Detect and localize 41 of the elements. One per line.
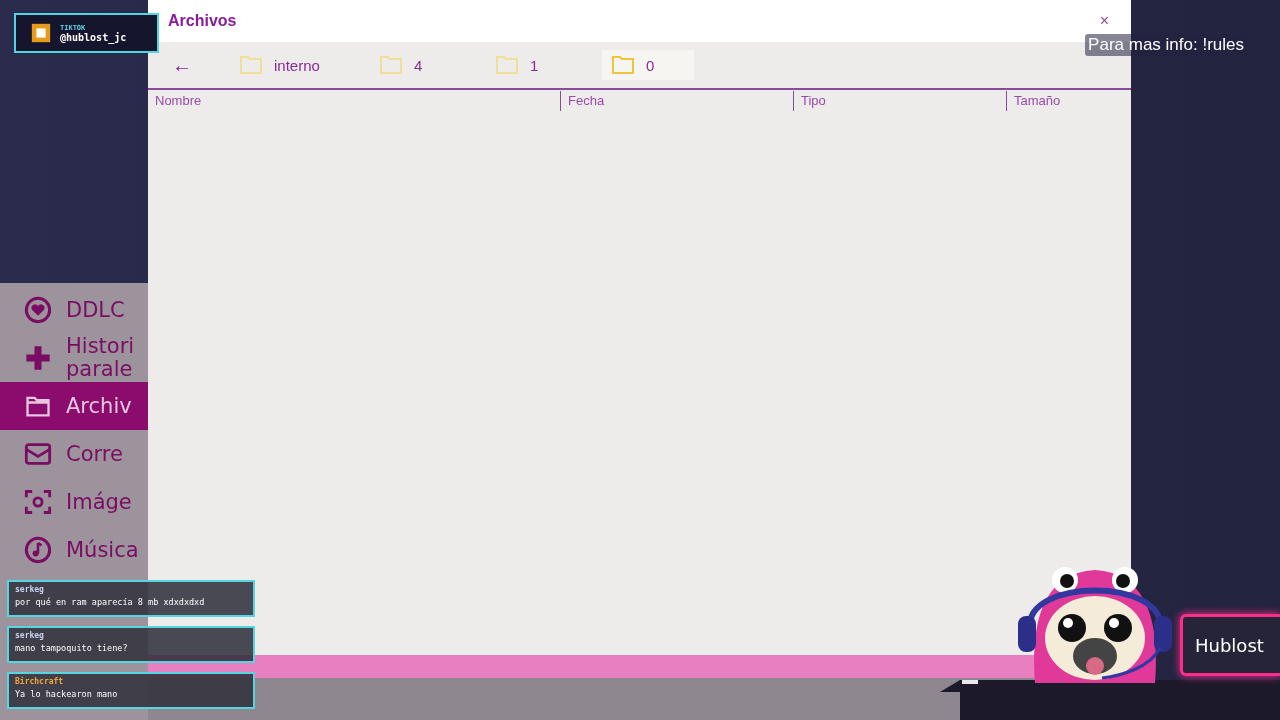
folder-button[interactable]: 4 <box>369 50 452 80</box>
column-heading[interactable]: Fecha <box>560 91 793 111</box>
chat-username: serkeg <box>15 631 45 640</box>
menu-item[interactable]: Histori parale <box>0 334 148 382</box>
menu-label: Histori parale <box>66 335 136 381</box>
chat-text: por qué en ram aparecía 8 mb xdxdxdxd <box>15 597 206 607</box>
window-title: Archivos <box>168 12 237 30</box>
folder-icon <box>493 53 520 77</box>
menu-label: Corre <box>66 442 124 466</box>
chat-username: Birchcraft <box>15 677 65 686</box>
column-heading[interactable]: Tamaño <box>1006 91 1061 111</box>
close-button[interactable]: × <box>1095 10 1113 32</box>
menu-item[interactable]: Corre <box>0 430 148 478</box>
folder-icon <box>238 53 264 77</box>
menu-item[interactable]: Música <box>0 526 148 574</box>
folder-button[interactable]: 0 <box>601 50 694 80</box>
folder-icon <box>377 53 404 77</box>
folder-button[interactable]: interno <box>230 50 336 80</box>
menu-label: Archiv <box>66 394 133 418</box>
menu-label: Música <box>66 538 140 562</box>
menu-item[interactable]: Archiv <box>0 382 148 430</box>
chat-text: Ya lo hackearon mano <box>15 689 119 699</box>
menu-item[interactable]: Imáge <box>0 478 148 526</box>
info-text: Para mas info: !rules <box>1085 34 1247 56</box>
folder-icon <box>609 53 636 77</box>
name-sign: Hublost <box>1180 614 1280 676</box>
column-heading[interactable]: Nombre <box>148 91 560 111</box>
menu-item[interactable]: DDLC <box>0 286 148 334</box>
menu-label: Imáge <box>66 490 133 514</box>
music-note-icon <box>24 536 52 564</box>
camera-icon <box>24 488 52 516</box>
tiktok-handle: @hublost_jc <box>60 31 127 43</box>
column-heading[interactable]: Tipo <box>793 91 1006 111</box>
plus-icon <box>24 344 52 372</box>
chat-username: serkeg <box>15 585 45 594</box>
folder-button[interactable]: 1 <box>485 50 568 80</box>
menu-label: DDLC <box>66 298 126 322</box>
envelope-icon <box>24 440 52 468</box>
back-button[interactable]: ← <box>168 53 196 77</box>
chat-text: mano tampoquito tiene? <box>15 643 129 653</box>
square-logo-icon <box>30 22 52 44</box>
